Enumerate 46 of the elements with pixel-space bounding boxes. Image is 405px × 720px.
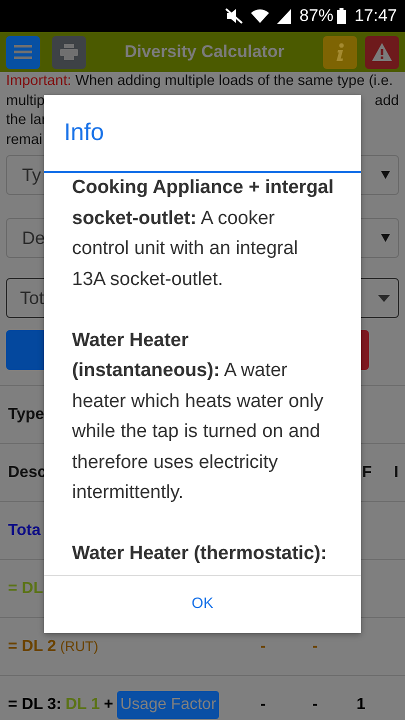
important-label: Important: xyxy=(6,73,72,89)
warning-button[interactable] xyxy=(365,36,399,68)
caret-icon xyxy=(381,171,390,179)
note-text: multip xyxy=(6,92,45,108)
table-cell-text: = DL xyxy=(8,578,44,598)
caret-icon xyxy=(381,234,390,242)
dialog-paragraph: Water Heater (instantaneous): A water heater which heats water only while the tap is turned on and therefore uses electricity intermittently. xyxy=(72,328,324,505)
table-cell-text: + xyxy=(104,694,114,714)
table-cell-text: Type xyxy=(8,404,44,424)
table-cell-text: - xyxy=(312,694,318,714)
warning-icon xyxy=(372,43,392,61)
table-cell-text: = DL 2 xyxy=(8,636,56,656)
clock: 17:47 xyxy=(354,5,397,28)
table-cell-text: - xyxy=(312,636,318,656)
signal-icon xyxy=(277,8,292,24)
column-header: F xyxy=(361,462,372,482)
printer-icon xyxy=(60,44,78,60)
info-button[interactable] xyxy=(323,36,357,68)
usage-factor-badge: Usage Factor xyxy=(117,690,220,718)
table-cell-text: (RUT) xyxy=(60,637,98,656)
dialog-paragraph: Cooking Appliance + intergal socket-outlet: A cooker control unit with an integral 13A socket-outlet. xyxy=(72,176,335,292)
note-text: remai xyxy=(6,132,42,148)
table-cell-text: - xyxy=(260,694,266,714)
dialog-paragraph: Water Heater (thermostatic): xyxy=(72,542,328,566)
column-header: Desc xyxy=(8,462,46,482)
note-text: When adding multiple loads of the same type (i.e. xyxy=(75,73,393,89)
print-button[interactable] xyxy=(52,36,86,68)
ok-button[interactable]: OK xyxy=(182,589,224,620)
menu-icon xyxy=(14,45,32,59)
app-title: Diversity Calculator xyxy=(124,41,286,64)
table-cell-text: = DL 3: xyxy=(8,694,62,714)
battery-icon xyxy=(337,8,346,24)
table-cell-text: DL 1 xyxy=(66,694,100,714)
wifi-icon xyxy=(251,8,270,24)
table-cell-text: - xyxy=(260,636,266,656)
battery-percentage: 87% xyxy=(299,5,334,28)
info-icon xyxy=(335,43,345,61)
caret-icon xyxy=(378,294,390,302)
column-header: I xyxy=(393,462,398,482)
dialog-title: Info xyxy=(64,118,104,148)
note-text: add xyxy=(374,92,399,110)
table-cell-text: 1 xyxy=(356,694,366,714)
table-cell-text: Tota xyxy=(8,520,41,540)
note-text: the lar xyxy=(6,112,46,128)
mute-icon xyxy=(225,8,244,24)
menu-button[interactable] xyxy=(6,36,40,68)
